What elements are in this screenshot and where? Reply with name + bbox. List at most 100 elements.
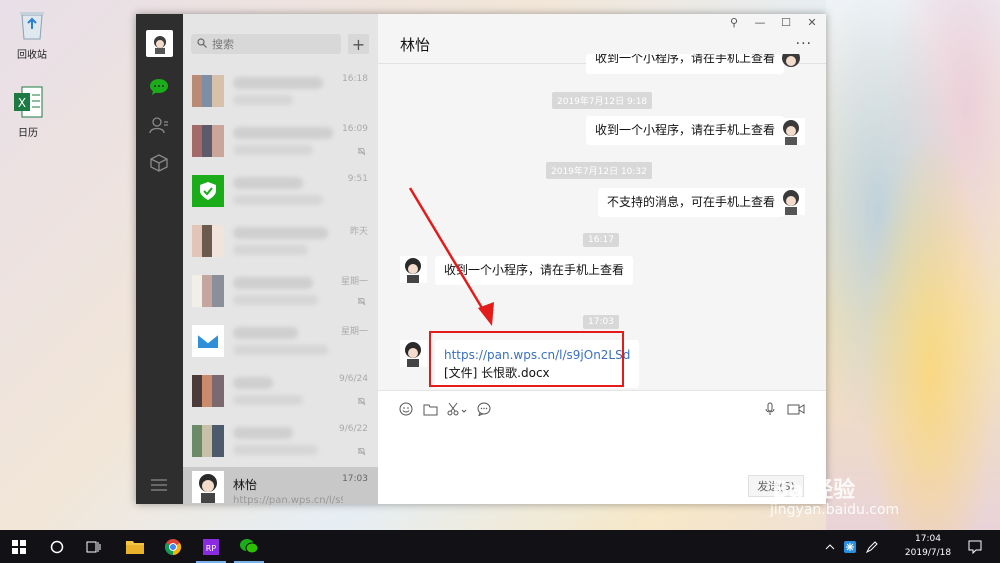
task-view-icon[interactable]	[80, 530, 106, 563]
mute-icon	[357, 145, 366, 156]
desktop-icon-excel[interactable]: X 日历	[0, 84, 58, 139]
minimize-button[interactable]: —	[750, 16, 770, 29]
clock-date: 2019/7/18	[904, 548, 952, 558]
maximize-button[interactable]: ☐	[776, 16, 796, 29]
blurred-message	[233, 445, 318, 455]
search-placeholder: 搜索	[212, 38, 234, 51]
last-message: https://pan.wps.cn/l/s9...	[233, 495, 343, 506]
user-avatar[interactable]	[146, 30, 173, 57]
excel-icon: X	[10, 84, 46, 120]
chevron-up-icon[interactable]	[822, 530, 838, 563]
blurred-message	[233, 345, 328, 355]
chat-tab-icon[interactable]	[148, 76, 170, 98]
conversation-time: 17:03	[342, 474, 368, 484]
pointer-arrow	[408, 187, 494, 326]
pen-icon[interactable]	[862, 530, 882, 563]
chrome-icon[interactable]	[154, 530, 192, 563]
group-avatar	[192, 425, 224, 457]
desktop-icon-label: 日历	[18, 128, 38, 139]
wechat-nav-bar	[136, 14, 183, 504]
video-call-icon[interactable]	[786, 401, 806, 417]
chat-history-icon[interactable]	[476, 401, 492, 417]
app-avatar-icon	[192, 325, 224, 357]
list-item[interactable]: 9:51	[183, 167, 378, 217]
contact-name: 林怡	[233, 478, 258, 492]
conversation-time: 星期一	[340, 327, 368, 337]
message-text: 收到一个小程序，请在手机上查看	[595, 54, 776, 65]
conversation-time: 16:09	[342, 124, 368, 134]
list-item[interactable]: 16:18	[183, 67, 378, 117]
mute-icon	[357, 445, 366, 456]
blurred-name	[233, 377, 273, 389]
contacts-tab-icon[interactable]	[148, 114, 170, 136]
list-item[interactable]: 9/6/24	[183, 367, 378, 417]
list-item[interactable]: 昨天	[183, 217, 378, 267]
list-item[interactable]: 16:09	[183, 117, 378, 167]
blurred-message	[233, 295, 318, 305]
group-avatar	[192, 125, 224, 157]
timestamp: 17:03	[583, 315, 619, 329]
blurred-name	[233, 277, 313, 289]
highlight-box	[429, 331, 624, 387]
desktop-wallpaper-art	[826, 0, 1000, 530]
group-avatar	[192, 225, 224, 257]
start-button[interactable]	[6, 530, 32, 563]
file-explorer-icon[interactable]	[116, 530, 154, 563]
favorites-tab-icon[interactable]	[148, 152, 170, 174]
group-avatar	[192, 75, 224, 107]
emoji-icon[interactable]	[398, 401, 414, 417]
axure-rp-icon[interactable]: RP	[192, 530, 230, 563]
blurred-name	[233, 227, 328, 239]
blurred-name	[233, 177, 303, 189]
group-avatar	[192, 375, 224, 407]
more-options-button[interactable]: ···	[796, 36, 812, 52]
cortana-icon[interactable]	[44, 530, 70, 563]
wechat-taskbar-icon[interactable]	[230, 530, 268, 563]
mute-icon	[357, 395, 366, 406]
desktop-icon-label: 回收站	[17, 50, 47, 61]
screenshot-icon[interactable]	[446, 401, 468, 417]
notification-icon[interactable]	[962, 530, 988, 563]
message-bubble-out[interactable]: 收到一个小程序，请在手机上查看	[586, 54, 785, 74]
watermark-logo: Bai经验	[772, 478, 856, 503]
list-item-active[interactable]: 林怡 https://pan.wps.cn/l/s9... 17:03	[183, 467, 378, 506]
list-item[interactable]: 星期一	[183, 267, 378, 317]
timestamp: 16:17	[583, 233, 619, 247]
message-bubble-out[interactable]: 收到一个小程序，请在手机上查看	[586, 116, 785, 145]
self-avatar	[778, 49, 805, 81]
timestamp: 2019年7月12日 9:18	[552, 92, 653, 109]
search-input[interactable]: 搜索	[191, 34, 341, 54]
blurred-message	[233, 395, 303, 405]
message-input-area[interactable]: 发送(S)	[378, 390, 826, 504]
taskbar: RP 17:04 2019/7/18	[0, 530, 1000, 563]
conversation-time: 9:51	[347, 174, 368, 184]
conversation-time: 9/6/24	[339, 374, 368, 384]
pin-button[interactable]: ⚲	[724, 16, 744, 29]
blurred-message	[233, 95, 293, 105]
blurred-message	[233, 245, 308, 255]
svg-text:X: X	[18, 96, 26, 110]
timestamp: 2019年7月12日 10:32	[546, 162, 652, 179]
list-item[interactable]: 9/6/22	[183, 417, 378, 467]
folder-icon[interactable]	[422, 401, 438, 417]
menu-icon[interactable]	[148, 474, 170, 496]
conversation-time: 9/6/22	[339, 424, 368, 434]
mute-icon	[357, 295, 366, 306]
close-button[interactable]: ✕	[802, 16, 822, 29]
desktop-icon-recycle-bin[interactable]: 回收站	[2, 6, 62, 61]
blurred-name	[233, 77, 323, 89]
contact-avatar[interactable]	[400, 340, 427, 367]
message-text: 收到一个小程序，请在手机上查看	[595, 123, 776, 137]
list-item[interactable]: 星期一	[183, 317, 378, 367]
add-button[interactable]: +	[348, 34, 369, 54]
blurred-message	[233, 145, 313, 155]
system-clock[interactable]: 17:04 2019/7/18	[898, 532, 958, 560]
security-avatar-icon	[192, 175, 224, 207]
tray-app-icon[interactable]	[840, 530, 860, 563]
conversation-time: 16:18	[342, 74, 368, 84]
group-avatar	[192, 275, 224, 307]
message-bubble-out[interactable]: 不支持的消息，可在手机上查看	[598, 188, 785, 217]
microphone-icon[interactable]	[762, 401, 778, 417]
message-text: 不支持的消息，可在手机上查看	[607, 195, 776, 209]
watermark-url: jingyan.baidu.com	[770, 502, 900, 518]
